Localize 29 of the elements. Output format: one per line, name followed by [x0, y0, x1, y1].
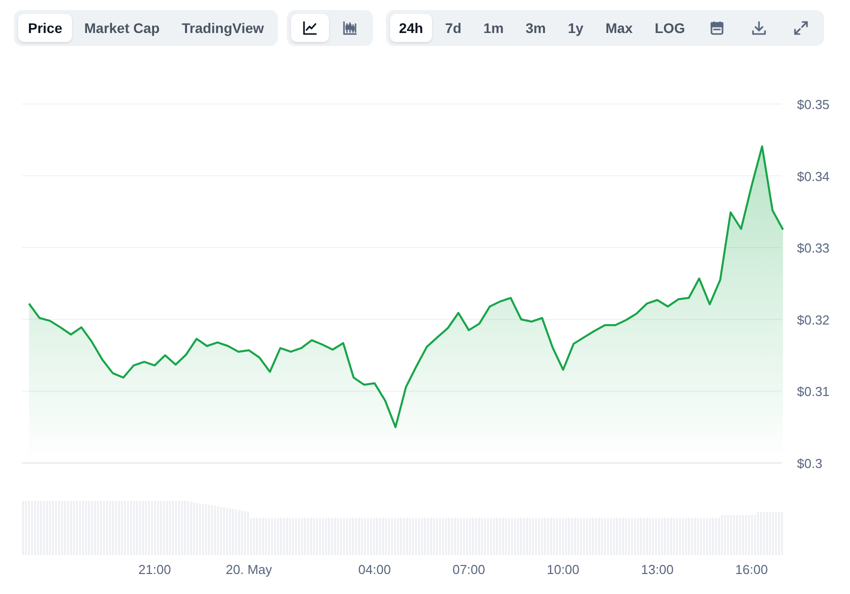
- x-axis-label: 13:00: [641, 562, 674, 577]
- chart-type-button[interactable]: [290, 14, 329, 42]
- y-axis-label: $0.35: [797, 97, 830, 112]
- log-scale-toggle[interactable]: LOG: [646, 14, 694, 42]
- x-axis-label: 21:00: [138, 562, 171, 577]
- x-axis-label: 16:00: [735, 562, 768, 577]
- range-tab[interactable]: 24h: [390, 14, 432, 42]
- candlestick-chart-icon: [342, 20, 358, 36]
- calendar-icon: [709, 20, 726, 36]
- y-axis-label: $0.33: [797, 240, 830, 256]
- x-axis-label: 10:00: [546, 562, 580, 577]
- y-axis-label: $0.34: [797, 168, 830, 184]
- range-tab[interactable]: 7d: [436, 14, 470, 42]
- y-axis-label: $0.31: [797, 384, 830, 400]
- view-tab[interactable]: TradingView: [172, 14, 274, 42]
- download-icon: [751, 20, 768, 36]
- x-axis-label: 04:00: [358, 562, 391, 577]
- x-axis-label: 20. May: [226, 562, 272, 577]
- range-tab[interactable]: 1m: [474, 14, 513, 42]
- range-tab[interactable]: Max: [596, 14, 642, 42]
- line-chart-icon: [302, 20, 318, 36]
- view-tab[interactable]: Price: [18, 14, 72, 42]
- view-tab[interactable]: Market Cap: [74, 14, 170, 42]
- range-tab[interactable]: 1y: [558, 14, 592, 42]
- x-axis-label: 07:00: [452, 562, 486, 577]
- expand-icon: [793, 20, 810, 36]
- y-axis-label: $0.32: [797, 312, 830, 328]
- y-axis-label: $0.3: [797, 456, 822, 471]
- range-tab[interactable]: 3m: [516, 14, 555, 42]
